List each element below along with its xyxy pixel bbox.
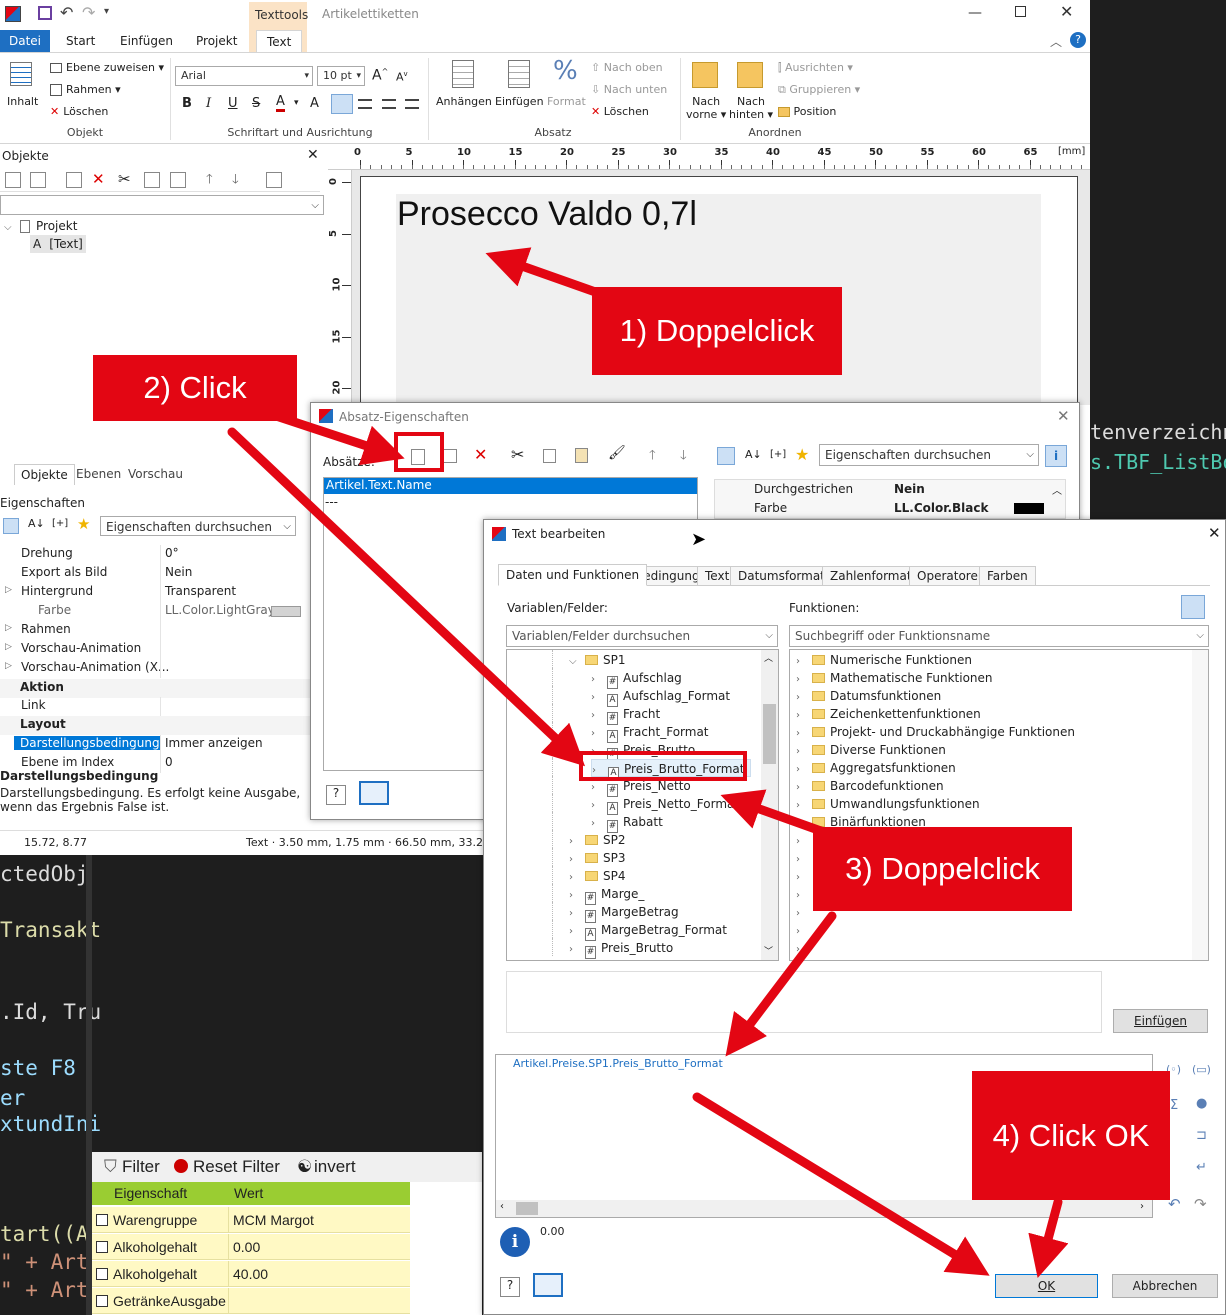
arrow-3b [725, 911, 837, 1057]
callout-step-1: 1) Doppelclick [592, 287, 842, 375]
arrow-4a [692, 1092, 990, 1276]
arrow-4b [1028, 1197, 1069, 1278]
arrow-2b [227, 427, 586, 767]
callout-step-4: 4) Click OK [972, 1071, 1170, 1200]
callout-step-3: 3) Doppelclick [813, 827, 1072, 911]
dialog-tab[interactable]: Daten und Funktionen [498, 564, 648, 586]
callout-step-2: 2) Click [93, 355, 297, 421]
